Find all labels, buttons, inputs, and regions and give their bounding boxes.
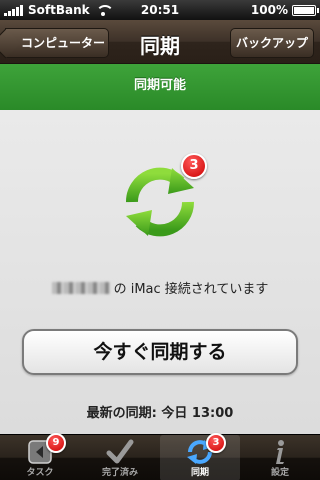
checkmark-icon bbox=[106, 439, 134, 464]
info-icon bbox=[276, 440, 284, 464]
tab-tasks-label: タスク bbox=[26, 468, 54, 478]
sync-now-button[interactable]: 今すぐ同期する bbox=[22, 329, 298, 375]
connection-text: の iMac 接続されています bbox=[113, 282, 269, 297]
sync-status-band: 同期可能 bbox=[0, 64, 320, 110]
tab-settings[interactable]: 設定 bbox=[240, 435, 320, 480]
pending-count-badge: 3 bbox=[181, 153, 207, 179]
last-sync-time: 最新の同期: 今日 13:00 bbox=[86, 406, 234, 421]
battery-icon bbox=[292, 4, 319, 16]
battery-percent: 100% bbox=[250, 3, 288, 17]
tab-completed-label: 完了済み bbox=[101, 468, 138, 478]
tab-settings-label: 設定 bbox=[270, 468, 289, 478]
navigation-bar: コンピューター 同期 バックアップ bbox=[0, 20, 320, 64]
tab-completed[interactable]: 完了済み bbox=[80, 435, 160, 480]
tab-sync-label: 同期 bbox=[190, 468, 209, 478]
tab-sync-badge: 3 bbox=[206, 433, 226, 453]
backup-button[interactable]: バックアップ bbox=[230, 28, 314, 58]
battery-group: 100% bbox=[250, 3, 319, 17]
tab-tasks[interactable]: 9 タスク bbox=[0, 433, 80, 480]
status-bar: SoftBank 20:51 100% bbox=[0, 0, 320, 20]
tab-sync[interactable]: 3 同期 bbox=[160, 433, 240, 480]
sync-panel: 3 の iMac 接続されています 今すぐ同期する 最新の同期: 今日 13:0… bbox=[0, 110, 320, 434]
tab-tasks-badge: 9 bbox=[46, 433, 66, 453]
tab-bar: 9 タスク 完了済み 3 同期 設定 bbox=[0, 433, 320, 480]
redacted-computer-name bbox=[51, 282, 110, 294]
connection-status: の iMac 接続されています bbox=[0, 278, 320, 297]
